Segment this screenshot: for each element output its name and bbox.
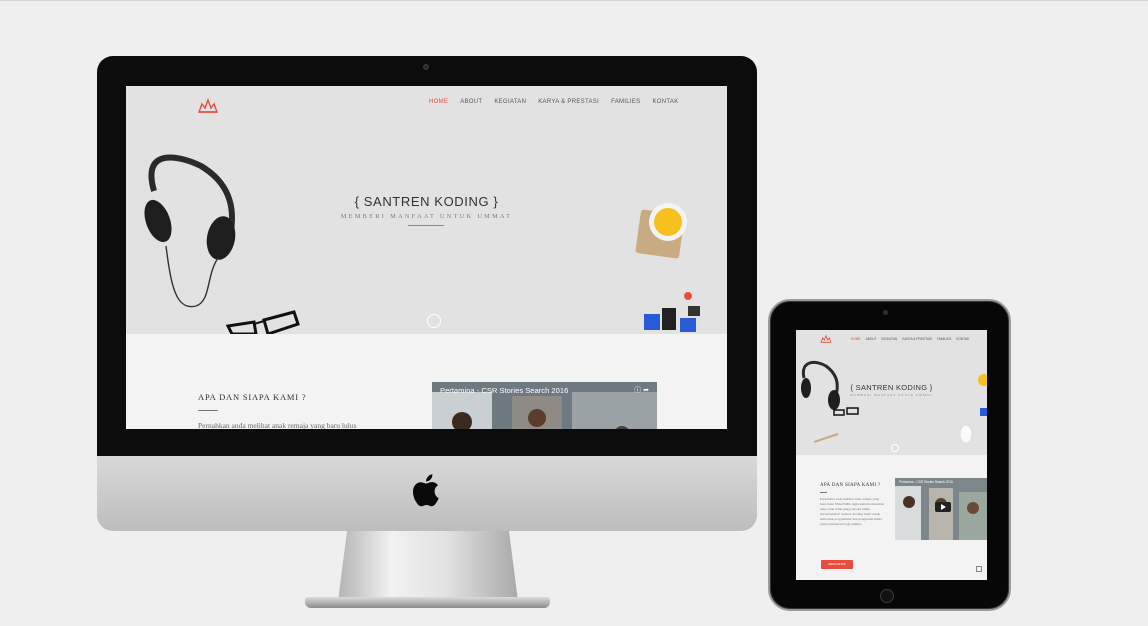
tablet-about-divider: [820, 492, 827, 493]
hero-section: HOME ABOUT KEGIATAN KARYA & PRESTASI FAM…: [126, 86, 727, 334]
about-text: Pernahkan anda melihat anak remaja yang …: [198, 421, 357, 429]
nav-karya-prestasi[interactable]: KARYA & PRESTASI: [538, 99, 599, 105]
more-details-button[interactable]: LEBIH DETAIL: [821, 560, 853, 569]
nav-home[interactable]: HOME: [429, 99, 448, 105]
scroll-down-icon[interactable]: [891, 444, 899, 452]
santren-logo-icon[interactable]: [820, 334, 832, 344]
pencil-icon: [813, 433, 839, 443]
ipad-camera: [883, 310, 888, 315]
about-divider: [198, 410, 218, 411]
tablet-video-thumbnail: [895, 478, 987, 540]
tablet-site-nav: HOME ABOUT KEGIATAN KARYA & PRESTASI FAM…: [851, 337, 969, 341]
tablet-website-screen: HOME ABOUT KEGIATAN KARYA & PRESTASI FAM…: [796, 330, 987, 580]
coffee-cup-icon: [635, 203, 687, 259]
imac-stand-neck: [338, 531, 518, 601]
video-info-icon[interactable]: ⓘ: [634, 387, 641, 394]
tablet-about-text: Pernahkan anda melihat anak remaja yang …: [820, 497, 885, 526]
headphones-icon: [144, 154, 236, 308]
about-section: APA DAN SIAPA KAMI ? Pernahkan anda meli…: [126, 334, 727, 429]
tablet-hero-section: HOME ABOUT KEGIATAN KARYA & PRESTASI FAM…: [796, 330, 987, 455]
mouse-icon: [959, 424, 973, 444]
hero-subtitle: MEMBERI MANFAAT UNTUK UMMAT: [340, 213, 513, 220]
apple-logo-icon: [412, 474, 439, 507]
nav-kegiatan[interactable]: KEGIATAN: [882, 337, 898, 341]
fullscreen-icon[interactable]: [976, 566, 982, 572]
glasses-icon: [225, 310, 300, 334]
imac-camera: [423, 64, 429, 70]
santren-logo-icon[interactable]: [197, 98, 219, 114]
tablet-video-embed[interactable]: Pertamina - CSR Stories Search 2016: [895, 478, 987, 540]
site-nav: HOME ABOUT KEGIATAN KARYA & PRESTASI FAM…: [429, 99, 679, 105]
nav-about[interactable]: ABOUT: [460, 99, 482, 105]
nav-about[interactable]: ABOUT: [866, 337, 877, 341]
tablet-hero-subtitle: MEMBERI MANFAAT UNTUK UMMAT: [850, 393, 933, 397]
scroll-down-icon[interactable]: [427, 314, 441, 328]
hero-divider: [408, 225, 444, 226]
toy-robot-icon: [644, 292, 700, 332]
nav-home[interactable]: HOME: [851, 337, 861, 341]
tablet-hero-title: { SANTREN KODING }: [850, 383, 933, 392]
hero-title: { SANTREN KODING }: [354, 194, 499, 209]
toy-robot-icon: [980, 408, 987, 416]
tablet-video-title: Pertamina - CSR Stories Search 2016: [899, 480, 953, 484]
hero-desk-props: [144, 154, 700, 334]
glasses-icon: [833, 407, 859, 416]
nav-kontak[interactable]: KONTAK: [652, 99, 678, 105]
nav-families[interactable]: FAMILIES: [611, 99, 640, 105]
tablet-about-section: APA DAN SIAPA KAMI ? Pernahkan anda meli…: [796, 455, 987, 580]
video-controls: ⓘ ➦: [634, 385, 649, 395]
nav-families[interactable]: FAMILIES: [937, 337, 951, 341]
video-share-icon[interactable]: ➦: [643, 387, 649, 394]
top-border: [0, 0, 1148, 1]
nav-karya-prestasi[interactable]: KARYA & PRESTASI: [902, 337, 932, 341]
about-title: APA DAN SIAPA KAMI ?: [198, 392, 307, 402]
ipad-home-button[interactable]: [880, 589, 894, 603]
nav-kegiatan[interactable]: KEGIATAN: [494, 99, 526, 105]
video-title: Pertamina - CSR Stories Search 2016: [440, 386, 569, 395]
nav-kontak[interactable]: KONTAK: [956, 337, 969, 341]
tablet-about-title: APA DAN SIAPA KAMI ?: [820, 483, 881, 488]
imac-stand-foot: [305, 597, 550, 608]
video-embed[interactable]: Pertamina - CSR Stories Search 2016 ⓘ ➦: [432, 382, 657, 429]
desktop-website-screen: HOME ABOUT KEGIATAN KARYA & PRESTASI FAM…: [126, 86, 727, 429]
